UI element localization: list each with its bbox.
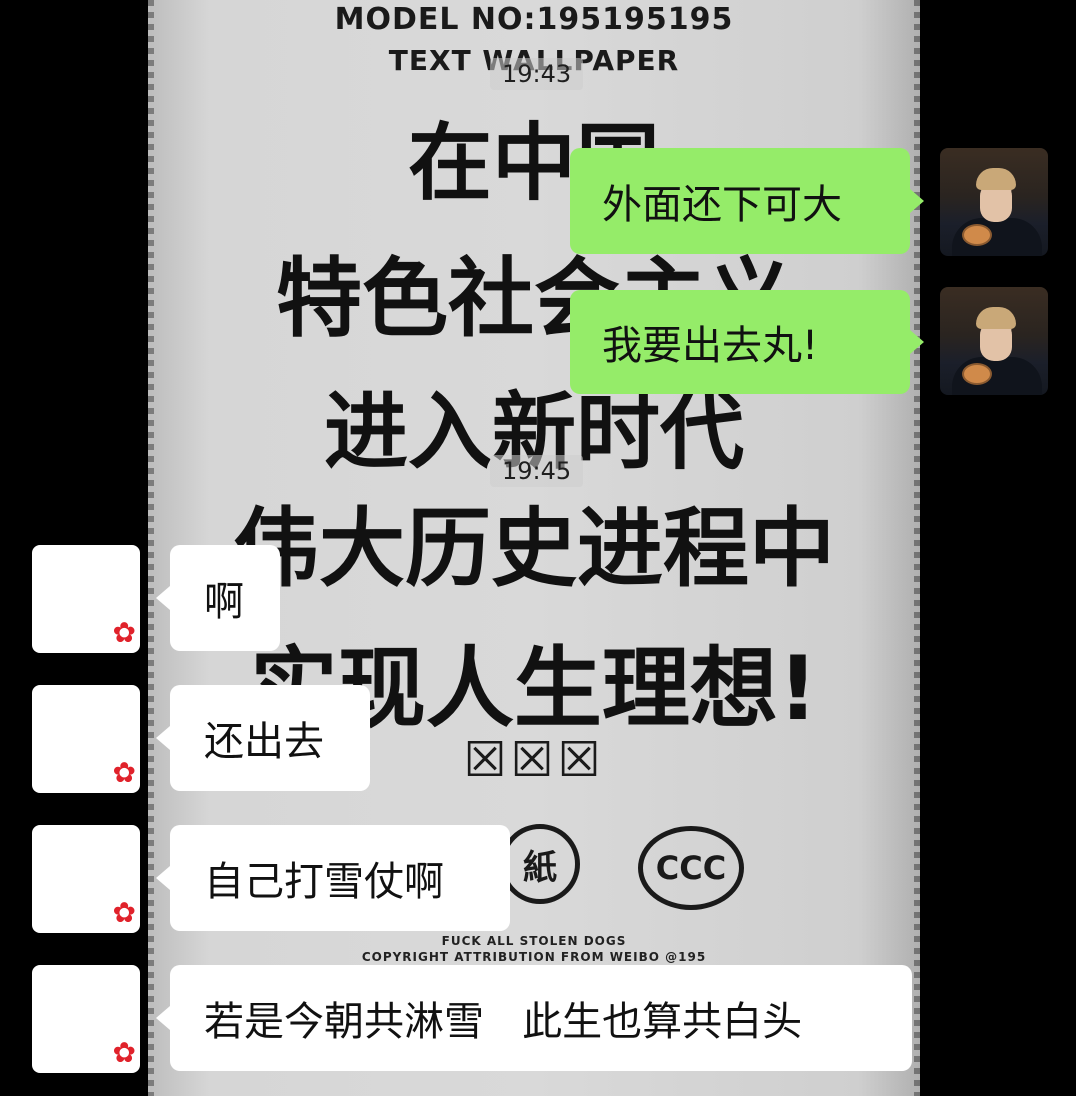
message-bubble-other[interactable]: 啊 — [156, 545, 280, 651]
avatar-donut — [962, 224, 992, 246]
wallpaper-model-number: MODEL NO:195195195 — [334, 2, 734, 37]
red-flower-icon: ✿ — [112, 896, 136, 929]
wallpaper-fine-print-1: FUCK ALL STOLEN DOGS — [441, 934, 627, 948]
red-flower-icon: ✿ — [112, 616, 136, 649]
wallpaper-fine-print-2: COPYRIGHT ATTRIBUTION FROM WEIBO @195 — [361, 950, 707, 964]
avatar-hair — [976, 307, 1016, 329]
paper-recycle-logo-icon: 紙 — [500, 824, 580, 904]
timestamp: 19:45 — [490, 455, 584, 487]
message-bubble-other[interactable]: 若是今朝共淋雪 此生也算共白头 — [156, 965, 912, 1071]
timestamp: 19:43 — [490, 58, 584, 90]
message-bubble-other[interactable]: 还出去 — [156, 685, 370, 791]
red-flower-icon: ✿ — [112, 1036, 136, 1069]
message-bubble-other[interactable]: 自己打雪仗啊 — [156, 825, 510, 931]
avatar-donut — [962, 363, 992, 385]
ccc-certification-logo-icon: CCC — [638, 826, 744, 910]
red-flower-avatar[interactable]: ✿ — [32, 825, 140, 933]
red-flower-avatar[interactable]: ✿ — [32, 685, 140, 793]
red-flower-avatar[interactable]: ✿ — [32, 965, 140, 1073]
red-flower-icon: ✿ — [112, 756, 136, 789]
user-photo-avatar[interactable] — [940, 287, 1048, 395]
red-flower-avatar[interactable]: ✿ — [32, 545, 140, 653]
user-photo-avatar[interactable] — [940, 148, 1048, 256]
message-bubble-self[interactable]: 我要出去丸! — [570, 290, 924, 394]
avatar-hair — [976, 168, 1016, 190]
message-bubble-self[interactable]: 外面还下可大 — [570, 148, 924, 254]
